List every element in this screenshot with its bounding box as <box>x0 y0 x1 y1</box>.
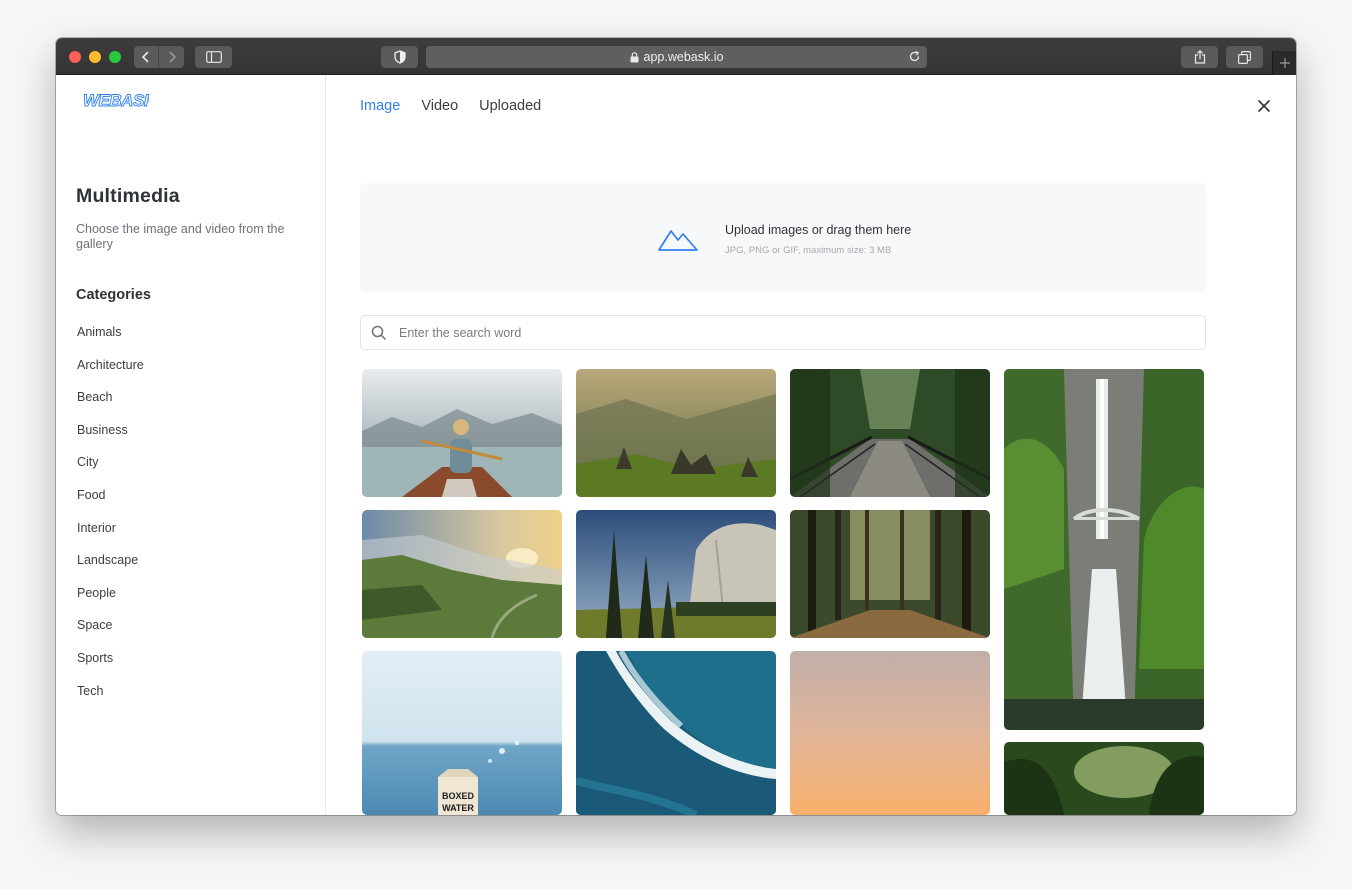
share-icon <box>1194 50 1205 64</box>
category-animals[interactable]: Animals <box>77 325 144 358</box>
shield-icon <box>393 50 406 64</box>
page-description: Choose the image and video from the gall… <box>76 222 285 251</box>
page-title: Multimedia <box>76 185 180 207</box>
webask-logo[interactable]: WEBASK <box>83 91 159 114</box>
sidebar-icon <box>205 51 222 63</box>
category-business[interactable]: Business <box>77 423 144 456</box>
search-input[interactable] <box>399 323 1179 343</box>
new-tab-button[interactable] <box>1272 51 1296 75</box>
share-button[interactable] <box>1181 46 1218 68</box>
categories-heading: Categories <box>76 287 151 303</box>
gallery-image-forest-bridge[interactable] <box>790 369 990 497</box>
tab-image[interactable]: Image <box>360 98 400 114</box>
category-tech[interactable]: Tech <box>77 684 144 717</box>
close-window-button[interactable] <box>69 51 81 63</box>
category-food[interactable]: Food <box>77 488 144 521</box>
tab-uploaded[interactable]: Uploaded <box>479 98 541 114</box>
browser-titlebar: app.webask.io <box>56 38 1296 75</box>
forward-button[interactable] <box>159 46 184 68</box>
category-interior[interactable]: Interior <box>77 521 144 554</box>
category-space[interactable]: Space <box>77 618 144 651</box>
maximize-window-button[interactable] <box>109 51 121 63</box>
sidebar-toggle-button[interactable] <box>195 46 232 68</box>
gallery-image-sunset-gradient[interactable] <box>790 651 990 815</box>
tabs-overview-button[interactable] <box>1226 46 1263 68</box>
chevron-right-icon <box>168 51 176 63</box>
logo-text: WEBASK <box>83 91 149 109</box>
carton-text-line2: WATER <box>442 803 474 813</box>
category-architecture[interactable]: Architecture <box>77 358 144 391</box>
search-icon <box>371 325 387 341</box>
media-panel: Image Video Uploaded Upload images or dr… <box>326 75 1296 815</box>
close-icon <box>1257 99 1271 113</box>
upload-dropzone[interactable]: Upload images or drag them here JPG, PNG… <box>360 183 1206 293</box>
category-list: Animals Architecture Beach Business City… <box>77 325 144 716</box>
url-text: app.webask.io <box>643 50 724 64</box>
mountain-icon <box>658 230 698 251</box>
close-button[interactable] <box>1257 99 1273 115</box>
reload-icon[interactable] <box>908 50 921 66</box>
category-sports[interactable]: Sports <box>77 651 144 684</box>
gallery-image-forest-path[interactable] <box>790 510 990 638</box>
minimize-window-button[interactable] <box>89 51 101 63</box>
gallery-image-green-valley[interactable] <box>362 510 562 638</box>
gallery-image-waterfall[interactable] <box>1004 369 1204 730</box>
category-landscape[interactable]: Landscape <box>77 553 144 586</box>
media-tabs: Image Video Uploaded <box>360 98 541 114</box>
tab-video[interactable]: Video <box>421 98 458 114</box>
upload-title: Upload images or drag them here <box>725 223 912 237</box>
tabs-icon <box>1238 50 1251 64</box>
upload-subtitle: JPG, PNG or GIF, maximum size: 3 MB <box>725 245 892 256</box>
nav-buttons <box>134 46 184 68</box>
gallery-image-canoe-lake[interactable] <box>362 369 562 497</box>
category-city[interactable]: City <box>77 455 144 488</box>
chevron-left-icon <box>141 51 149 63</box>
plus-icon <box>1279 58 1290 68</box>
search-box <box>360 315 1206 350</box>
gallery-image-ocean-waves[interactable] <box>576 651 776 815</box>
carton-text-line1: BOXED <box>442 791 475 801</box>
gallery-image-misty-mountains[interactable] <box>576 369 776 497</box>
sidebar: WEBASK Multimedia Choose the image and v… <box>56 75 326 815</box>
privacy-shield-button[interactable] <box>381 46 418 68</box>
category-beach[interactable]: Beach <box>77 390 144 423</box>
gallery-image-jungle[interactable] <box>1004 742 1204 815</box>
back-button[interactable] <box>134 46 159 68</box>
gallery-image-granite-cliff[interactable] <box>576 510 776 638</box>
category-people[interactable]: People <box>77 586 144 619</box>
address-bar[interactable]: app.webask.io <box>426 46 927 68</box>
gallery-image-beach-carton[interactable]: BOXED WATER <box>362 651 562 815</box>
lock-icon <box>630 51 639 63</box>
browser-window: app.webask.io WEBASK Multimedia Choose t… <box>56 38 1296 815</box>
